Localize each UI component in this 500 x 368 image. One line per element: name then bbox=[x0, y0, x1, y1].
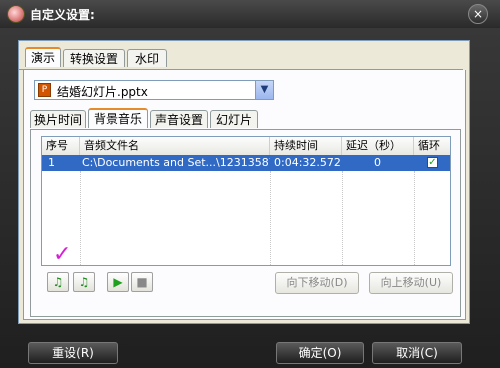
remove-music-button[interactable]: ♫ bbox=[73, 272, 95, 292]
pptx-file-icon: P bbox=[38, 83, 51, 97]
table-header: 序号 音频文件名 持续时间 延迟（秒） 循环 bbox=[42, 137, 450, 156]
header-index[interactable]: 序号 bbox=[42, 137, 80, 155]
settings-window: 自定义设置: × 演示 转换设置 水印 P 结婚幻灯片.pptx ▼ 换片时间 … bbox=[0, 0, 500, 368]
file-name: 结婚幻灯片.pptx bbox=[57, 85, 148, 99]
settings-panel: 演示 转换设置 水印 P 结婚幻灯片.pptx ▼ 换片时间 背景音乐 声音设置… bbox=[18, 40, 470, 324]
tab-slide-timing[interactable]: 换片时间 bbox=[30, 110, 86, 128]
tab-presentation[interactable]: 演示 bbox=[25, 47, 61, 67]
header-duration[interactable]: 持续时间 bbox=[270, 137, 342, 155]
reset-button[interactable]: 重设(R) bbox=[28, 342, 118, 364]
row-delay: 0 bbox=[374, 156, 381, 169]
tab-sound-settings[interactable]: 声音设置 bbox=[150, 110, 208, 128]
play-button[interactable]: ▶ bbox=[107, 272, 129, 292]
close-button[interactable]: × bbox=[468, 4, 488, 24]
annotation-checkmark-icon: ✓ bbox=[53, 242, 72, 267]
music-table: 序号 音频文件名 持续时间 延迟（秒） 循环 1 C:\Documents an… bbox=[41, 136, 451, 266]
header-loop[interactable]: 循环 bbox=[414, 137, 450, 155]
loop-checkbox[interactable]: ✓ bbox=[427, 157, 438, 168]
column-divider bbox=[414, 171, 416, 265]
row-index: 1 bbox=[48, 156, 55, 169]
add-music-button[interactable]: ♫ bbox=[47, 272, 69, 292]
move-down-button[interactable]: 向下移动(D) bbox=[275, 272, 359, 294]
ok-button[interactable]: 确定(O) bbox=[276, 342, 364, 364]
row-duration: 0:04:32.572 bbox=[274, 156, 340, 169]
window-title: 自定义设置: bbox=[30, 8, 95, 22]
background-music-pane: 序号 音频文件名 持续时间 延迟（秒） 循环 1 C:\Documents an… bbox=[30, 129, 461, 317]
cancel-button[interactable]: 取消(C) bbox=[372, 342, 462, 364]
tab-background-music[interactable]: 背景音乐 bbox=[88, 108, 148, 128]
column-divider bbox=[342, 171, 344, 265]
app-icon bbox=[8, 6, 24, 22]
stop-button[interactable]: ■ bbox=[131, 272, 153, 292]
tab-watermark[interactable]: 水印 bbox=[127, 49, 167, 67]
column-divider bbox=[80, 171, 82, 265]
presentation-pane: P 结婚幻灯片.pptx ▼ 换片时间 背景音乐 声音设置 幻灯片 序号 音频文… bbox=[23, 70, 466, 320]
column-divider bbox=[270, 171, 272, 265]
row-filename: C:\Documents and Set...\12313587.mp3 bbox=[82, 156, 270, 169]
table-row[interactable]: 1 C:\Documents and Set...\12313587.mp3 0… bbox=[42, 155, 450, 171]
header-delay[interactable]: 延迟（秒） bbox=[342, 137, 414, 155]
tab-conversion-settings[interactable]: 转换设置 bbox=[63, 49, 125, 67]
dropdown-arrow-icon[interactable]: ▼ bbox=[255, 81, 273, 99]
title-bar[interactable]: 自定义设置: × bbox=[0, 0, 500, 28]
tab-slides[interactable]: 幻灯片 bbox=[210, 110, 258, 128]
file-select[interactable]: P 结婚幻灯片.pptx ▼ bbox=[34, 80, 274, 100]
sub-tab-strip: 换片时间 背景音乐 声音设置 幻灯片 bbox=[30, 108, 460, 130]
move-up-button[interactable]: 向上移动(U) bbox=[369, 272, 453, 294]
header-filename[interactable]: 音频文件名 bbox=[80, 137, 270, 155]
